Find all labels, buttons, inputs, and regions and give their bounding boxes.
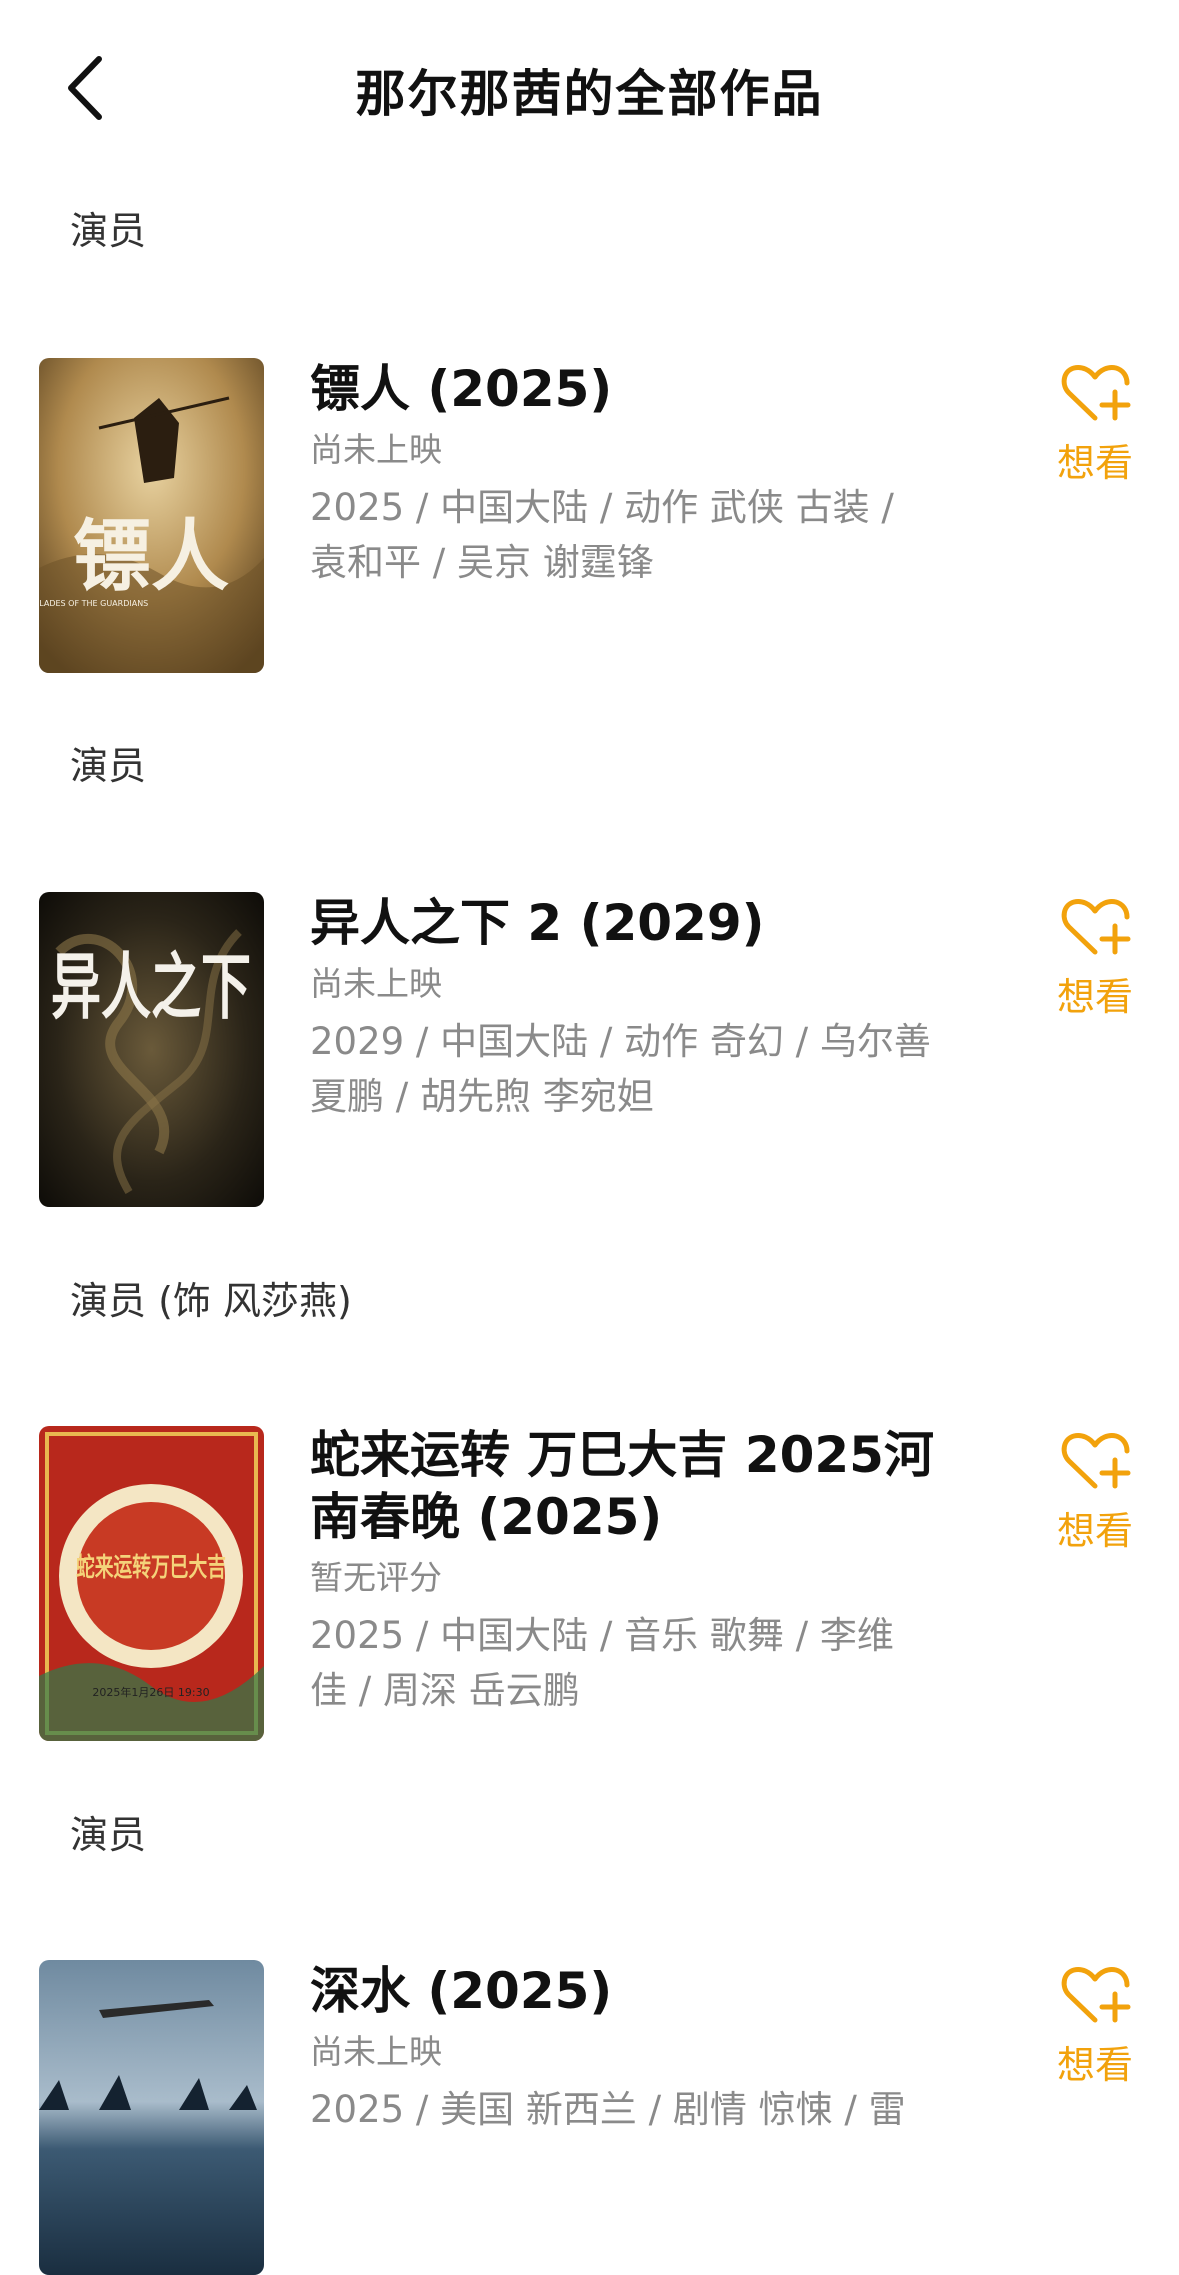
want-to-see-button[interactable]: 想看 bbox=[1040, 1964, 1150, 2089]
work-title[interactable]: 深水 (2025) bbox=[310, 1960, 960, 2022]
heart-plus-icon bbox=[1061, 899, 1131, 955]
poster-subtitle: 2025年1月26日 19:30 bbox=[92, 1685, 209, 1699]
work-title[interactable]: 蛇来运转 万巳大吉 2025河 南春晚 (2025) bbox=[310, 1424, 960, 1548]
role-label: 演员 bbox=[70, 1813, 147, 1857]
page-title: 那尔那茜的全部作品 bbox=[355, 65, 824, 123]
work-meta: 2025 / 中国大陆 / 动作 武侠 古装 / 袁和平 / 吴京 谢霆锋 bbox=[310, 480, 960, 590]
want-to-see-button[interactable]: 想看 bbox=[1040, 362, 1150, 487]
poster-subtitle: BLADES OF THE GUARDIANS bbox=[39, 599, 148, 608]
poster-art: 异人之下 bbox=[39, 892, 264, 1207]
work-info[interactable]: 深水 (2025) 尚未上映 2025 / 美国 新西兰 / 剧情 惊悚 / 雷 bbox=[310, 1960, 960, 2137]
poster-art: 蛇来运转万巳大吉 2025年1月26日 19:30 bbox=[39, 1426, 264, 1741]
work-meta: 2029 / 中国大陆 / 动作 奇幻 / 乌尔善 夏鹏 / 胡先煦 李宛妲 bbox=[310, 1014, 960, 1124]
role-label: 演员 bbox=[70, 744, 147, 788]
work-meta-line: 2025 / 中国大陆 / 动作 武侠 古装 / bbox=[310, 486, 894, 529]
role-label: 演员 bbox=[70, 209, 147, 253]
release-status: 尚未上映 bbox=[310, 430, 442, 469]
poster-image[interactable]: 镖人 BLADES OF THE GUARDIANS bbox=[39, 358, 264, 673]
release-status: 尚未上映 bbox=[310, 2032, 442, 2071]
heart-plus-icon bbox=[1061, 1967, 1131, 2023]
poster-art bbox=[39, 1960, 264, 2275]
work-meta: 2025 / 美国 新西兰 / 剧情 惊悚 / 雷 bbox=[310, 2082, 960, 2137]
rating-status: 暂无评分 bbox=[310, 1558, 442, 1597]
role-label: 演员 (饰 风莎燕) bbox=[70, 1279, 352, 1323]
work-meta-line: 佳 / 周深 岳云鹏 bbox=[310, 1669, 580, 1712]
work-meta-line: 2025 / 美国 新西兰 / 剧情 惊悚 / 雷 bbox=[310, 2088, 906, 2131]
work-meta-line: 2029 / 中国大陆 / 动作 奇幻 / 乌尔善 bbox=[310, 1020, 931, 1063]
work-title-line: 南春晚 (2025) bbox=[310, 1488, 663, 1546]
poster-title: 蛇来运转万巳大吉 bbox=[76, 1552, 226, 1583]
want-to-see-button[interactable]: 想看 bbox=[1040, 896, 1150, 1021]
poster-title: 异人之下 bbox=[51, 944, 251, 1029]
want-to-see-label: 想看 bbox=[1056, 1509, 1133, 1553]
want-to-see-label: 想看 bbox=[1056, 2043, 1133, 2087]
header: 那尔那茜的全部作品 bbox=[0, 0, 1179, 180]
heart-plus-icon bbox=[1061, 365, 1131, 421]
work-meta: 2025 / 中国大陆 / 音乐 歌舞 / 李维 佳 / 周深 岳云鹏 bbox=[310, 1608, 960, 1718]
poster-art: 镖人 BLADES OF THE GUARDIANS bbox=[39, 358, 264, 673]
want-to-see-label: 想看 bbox=[1056, 441, 1133, 485]
work-info[interactable]: 镖人 (2025) 尚未上映 2025 / 中国大陆 / 动作 武侠 古装 / … bbox=[310, 358, 960, 590]
work-info[interactable]: 异人之下 2 (2029) 尚未上映 2029 / 中国大陆 / 动作 奇幻 /… bbox=[310, 892, 960, 1124]
poster-image[interactable] bbox=[39, 1960, 264, 2275]
work-info[interactable]: 蛇来运转 万巳大吉 2025河 南春晚 (2025) 暂无评分 2025 / 中… bbox=[310, 1424, 960, 1718]
release-status: 尚未上映 bbox=[310, 964, 442, 1003]
want-to-see-label: 想看 bbox=[1056, 975, 1133, 1019]
poster-image[interactable]: 蛇来运转万巳大吉 2025年1月26日 19:30 bbox=[39, 1426, 264, 1741]
work-meta-line: 夏鹏 / 胡先煦 李宛妲 bbox=[310, 1075, 654, 1118]
work-title[interactable]: 异人之下 2 (2029) bbox=[310, 892, 960, 954]
work-title-line: 蛇来运转 万巳大吉 2025河 bbox=[310, 1426, 934, 1484]
poster-title: 镖人 bbox=[73, 511, 229, 602]
work-title[interactable]: 镖人 (2025) bbox=[310, 358, 960, 420]
heart-plus-icon bbox=[1061, 1433, 1131, 1489]
want-to-see-button[interactable]: 想看 bbox=[1040, 1430, 1150, 1555]
poster-image[interactable]: 异人之下 bbox=[39, 892, 264, 1207]
work-meta-line: 袁和平 / 吴京 谢霆锋 bbox=[310, 541, 654, 584]
work-meta-line: 2025 / 中国大陆 / 音乐 歌舞 / 李维 bbox=[310, 1614, 894, 1657]
